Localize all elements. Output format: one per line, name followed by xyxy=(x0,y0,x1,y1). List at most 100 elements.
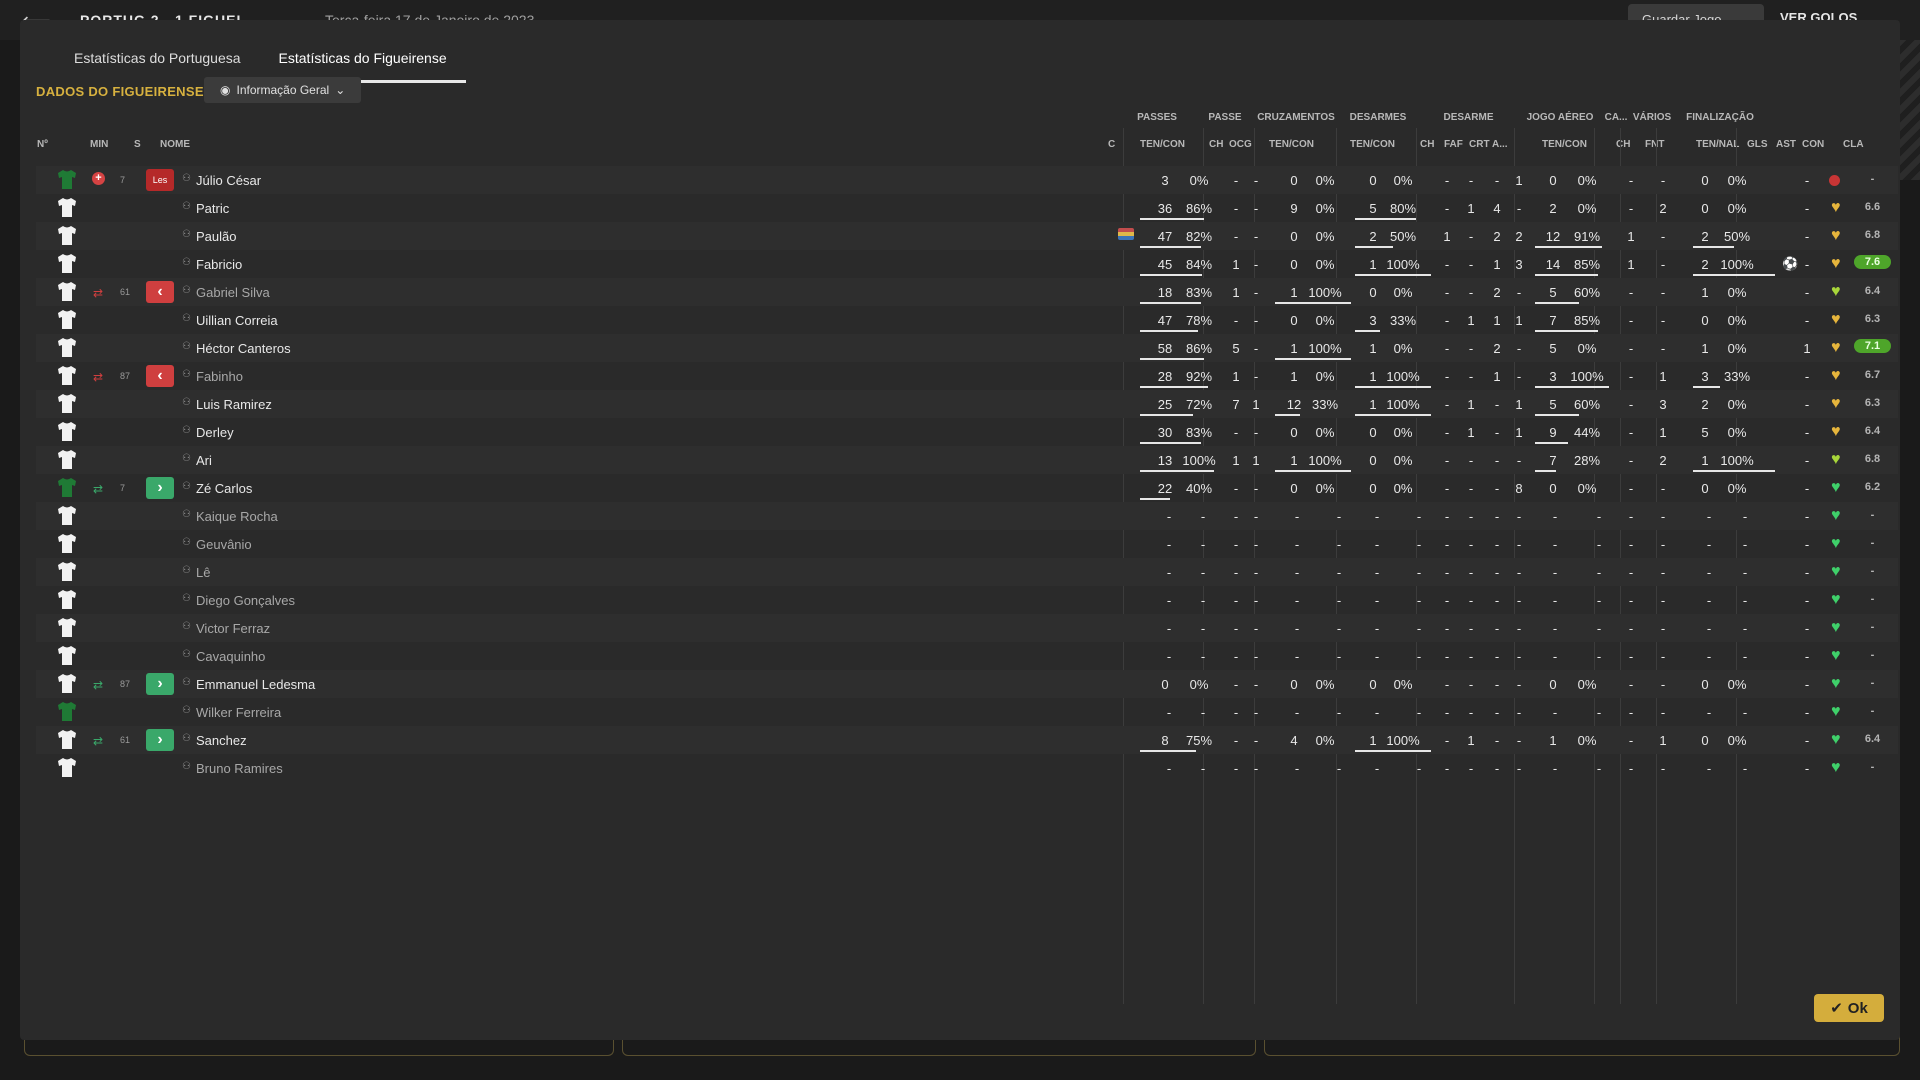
desarme-crt: - xyxy=(1494,537,1500,552)
desarmes-pct: 0% xyxy=(1393,425,1413,440)
passe-ocg: - xyxy=(1253,565,1259,580)
player-name[interactable]: Gabriel Silva xyxy=(196,285,270,300)
column-header-cla[interactable]: CLA xyxy=(1843,139,1864,150)
player-row[interactable]: ⚇ Uillian Correia 47 78% - -0 0% 3 33% -1 1 1 7 85% - -… xyxy=(36,306,1898,334)
player-row[interactable]: ⚇ Paulão 47 82% - -0 0% 2 50% 1-2 2 12 91% 1-2 50% - ♥ 6.… xyxy=(36,222,1898,250)
player-row[interactable]: ⇄ 61 › ⚇ Sanchez 8 75% - -4 0% 1 100% -1- -1 0% -1 0 0% - ♥… xyxy=(36,726,1898,754)
player-name[interactable]: Sanchez xyxy=(196,733,247,748)
shirt-icon xyxy=(58,282,76,301)
player-name[interactable]: Fabinho xyxy=(196,369,243,384)
column-header-ast[interactable]: AST xyxy=(1776,139,1796,150)
jogo-aereo-bar xyxy=(1535,302,1579,304)
column-header-con[interactable]: CON xyxy=(1802,139,1824,150)
jogo-aereo-bar xyxy=(1535,386,1609,388)
player-name[interactable]: Patric xyxy=(196,201,229,216)
player-name[interactable]: Victor Ferraz xyxy=(196,621,270,636)
condition-heart-icon: ♥ xyxy=(1831,423,1841,440)
column-header-s[interactable]: S xyxy=(134,139,141,150)
player-name[interactable]: Paulão xyxy=(196,229,236,244)
player-name[interactable]: Uillian Correia xyxy=(196,313,278,328)
player-row[interactable]: ⚇ Geuvânio - - - - - - - - - - - - - - - - - - - ♥ - xyxy=(36,530,1898,558)
player-row[interactable]: ⚇ Ari 13 100% 1 1 1 100% 0 0% - - - -7 28% -2 1 100% - ♥ 6.8 xyxy=(36,446,1898,474)
column-header-ca-ch[interactable]: CH xyxy=(1616,139,1630,150)
player-row[interactable]: ⚇ Diego Gonçalves - - - - - - - - - - - - - - - - - - - ♥ - xyxy=(36,586,1898,614)
column-header-no[interactable]: Nº xyxy=(37,139,48,150)
ok-button[interactable]: ✔ Ok xyxy=(1814,994,1884,1022)
column-header-varios-fnt[interactable]: FNT xyxy=(1645,139,1664,150)
shirt-icon xyxy=(58,534,76,553)
person-icon: ⚇ xyxy=(182,173,191,184)
column-header-min[interactable]: MIN xyxy=(90,139,108,150)
column-header-final[interactable]: TEN/NAL xyxy=(1696,139,1739,150)
player-name[interactable]: Geuvânio xyxy=(196,537,252,552)
column-header-passes[interactable]: TEN/CON xyxy=(1140,139,1185,150)
column-header-desarme-ch[interactable]: CH xyxy=(1420,139,1434,150)
player-row[interactable]: ⚇ Patric 36 86% - -9 0% 5 80% -1 4-2 0% -2 0 0% - ♥ 6.6 xyxy=(36,194,1898,222)
ca-ch: - xyxy=(1628,537,1634,552)
condition-heart-icon: ♥ xyxy=(1831,703,1841,720)
column-header-passe-ch[interactable]: CH xyxy=(1209,139,1223,150)
desarme-faf: - xyxy=(1468,481,1474,496)
desarme-crt: 1 xyxy=(1493,313,1501,328)
player-row[interactable]: ⇄ 61 ‹ ⚇ Gabriel Silva 18 83% 1-1 100% 0 0% - -2-5 60… xyxy=(36,278,1898,306)
player-row[interactable]: ⚇ Bruno Ramires - - - - - - - - - - - - - - - - - - - ♥ - xyxy=(36,754,1898,782)
cruzamentos-pct: 0% xyxy=(1315,733,1335,748)
column-header-desarmes[interactable]: TEN/CON xyxy=(1350,139,1395,150)
column-header-passe-ocg[interactable]: OCG xyxy=(1229,139,1252,150)
empty-value: - xyxy=(1336,593,1342,608)
player-rating: 6.8 xyxy=(1864,453,1881,465)
player-row[interactable]: ⚇ Lê - - - - - - - - - - - - - - - - - - - ♥ - xyxy=(36,558,1898,586)
empty-value: - xyxy=(1742,621,1748,636)
player-row[interactable]: ⚇ Victor Ferraz - - - - - - - - - - - - - - - - - - - ♥ - xyxy=(36,614,1898,642)
player-name[interactable]: Luis Ramirez xyxy=(196,397,272,412)
player-row[interactable]: +7 Les ⚇ Júlio César 3 0% - -0 0% 0 0% - - -1 0 0% - -0 0%… xyxy=(36,166,1898,194)
cruzamentos-pct: 0% xyxy=(1315,257,1335,272)
player-rating: - xyxy=(1870,593,1875,605)
player-row[interactable]: ⚇ Luis Ramirez 25 72% 7 1 12 33% 1 100% -1-1 5 60% -3… xyxy=(36,390,1898,418)
player-row[interactable]: ⇄ 87 › ⚇ Emmanuel Ledesma 0 0% - -0 0% 0 0% - - - -0 0% -… xyxy=(36,670,1898,698)
view-dropdown[interactable]: ◉ Informação Geral ⌄ xyxy=(204,77,362,103)
desarme-ch: - xyxy=(1444,341,1450,356)
desarme-ch: - xyxy=(1444,733,1450,748)
person-icon: ⚇ xyxy=(182,649,191,660)
player-name[interactable]: Lê xyxy=(196,565,210,580)
player-name[interactable]: Ari xyxy=(196,453,212,468)
player-name[interactable]: Emmanuel Ledesma xyxy=(196,677,315,692)
desarme-ch: - xyxy=(1444,649,1450,664)
desarme-ch: - xyxy=(1444,509,1450,524)
empty-value: - xyxy=(1294,565,1300,580)
column-header-desarme-crt[interactable]: CRT xyxy=(1469,139,1490,150)
player-row[interactable]: ⚇ Fabricio 45 84% 1-0 0% 1 100% - -1 3 14 85% 1-2 100%… xyxy=(36,250,1898,278)
column-header-aereo[interactable]: TEN/CON xyxy=(1542,139,1587,150)
column-header-desarme-faf[interactable]: FAF xyxy=(1444,139,1463,150)
player-row[interactable]: ⚇ Wilker Ferreira - - - - - - - - - - - - - - - - - - - ♥ - xyxy=(36,698,1898,726)
player-row[interactable]: ⚇ Kaique Rocha - - - - - - - - - - - - - - - - - - - ♥ - xyxy=(36,502,1898,530)
player-name[interactable]: Héctor Canteros xyxy=(196,341,291,356)
player-row[interactable]: ⚇ Cavaquinho - - - - - - - - - - - - - - - - - - - ♥ - xyxy=(36,642,1898,670)
column-header-nome[interactable]: NOME xyxy=(160,139,190,150)
player-name[interactable]: Diego Gonçalves xyxy=(196,593,295,608)
player-row[interactable]: ⇄ 7 › ⚇ Zé Carlos 22 40% - -0 0% 0 0% - - -8 0 0% - -0 0% - ♥… xyxy=(36,474,1898,502)
player-name[interactable]: Zé Carlos xyxy=(196,481,252,496)
player-row[interactable]: ⇄ 87 ‹ ⚇ Fabinho 28 92% 1-1 0% 1 100% - -1-3 100% -1 3 3… xyxy=(36,362,1898,390)
jogo-aereo-pct: 0% xyxy=(1577,173,1597,188)
player-name[interactable]: Cavaquinho xyxy=(196,649,265,664)
player-row[interactable]: ⚇ Héctor Canteros 58 86% 5-1 100% 1 0% - -2-5 0% - -… xyxy=(36,334,1898,362)
finalizacao-attempts: 0 xyxy=(1701,481,1709,496)
column-header-cruz[interactable]: TEN/CON xyxy=(1269,139,1314,150)
player-name[interactable]: Kaique Rocha xyxy=(196,509,278,524)
passes-attempts: 0 xyxy=(1161,677,1169,692)
player-name[interactable]: Bruno Ramires xyxy=(196,761,283,776)
person-icon: ⚇ xyxy=(182,453,191,464)
player-name[interactable]: Wilker Ferreira xyxy=(196,705,281,720)
column-header-c[interactable]: C xyxy=(1108,139,1115,150)
column-header-gls[interactable]: GLS xyxy=(1747,139,1768,150)
person-icon: ⚇ xyxy=(182,593,191,604)
player-name[interactable]: Fabricio xyxy=(196,257,242,272)
player-row[interactable]: ⚇ Derley 30 83% - -0 0% 0 0% -1-1 9 44% -1 5 0% - ♥ 6.4 xyxy=(36,418,1898,446)
passes-bar xyxy=(1140,330,1198,332)
empty-value: - xyxy=(1336,705,1342,720)
player-name[interactable]: Júlio César xyxy=(196,173,261,188)
player-name[interactable]: Derley xyxy=(196,425,234,440)
column-header-desarme-a[interactable]: A... xyxy=(1492,139,1508,150)
